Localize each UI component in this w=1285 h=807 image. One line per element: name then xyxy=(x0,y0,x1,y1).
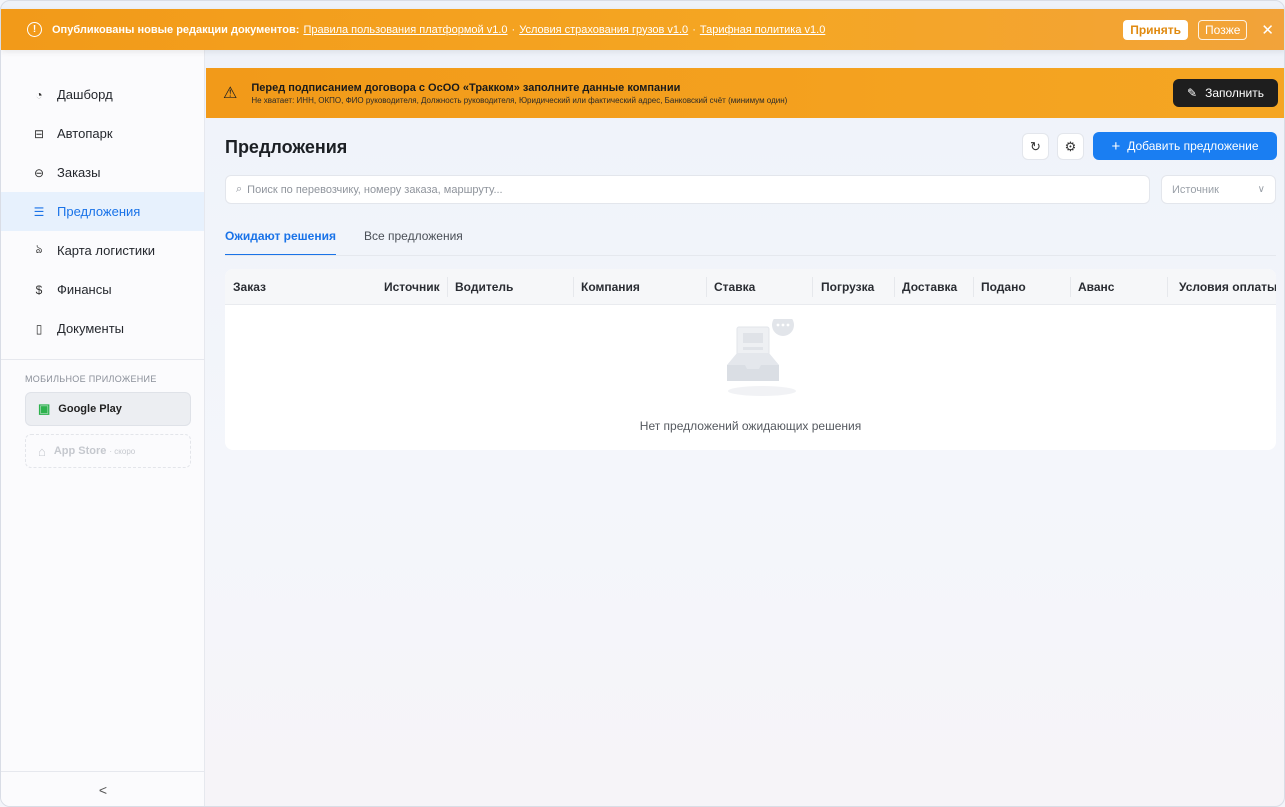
column-header[interactable]: Источник xyxy=(384,280,440,294)
close-icon[interactable]: ✕ xyxy=(1261,21,1274,39)
sidebar-item-documents[interactable]: ▯ Документы xyxy=(1,309,204,348)
gauge-icon: ◔ xyxy=(35,87,43,102)
sidebar-item-orders[interactable]: ⊖ Заказы xyxy=(1,153,204,192)
offers-table: Заказ Источник Водитель Компания Ставка … xyxy=(225,269,1276,450)
sidebar-item-label: Предложения xyxy=(57,204,141,219)
sidebar-item-logistics-map[interactable]: ঌ Карта логистики xyxy=(1,231,204,270)
column-header[interactable]: Условия оплаты xyxy=(1179,280,1276,294)
warning-title: Перед подписанием договора с ОсОО «Тракк… xyxy=(251,81,681,94)
truck-icon: ⊟ xyxy=(33,126,45,141)
fill-button[interactable]: ✎ Заполнить xyxy=(1173,79,1278,107)
sidebar-item-label: Дашборд xyxy=(57,87,113,102)
sidebar: ◔ Дашборд ⊟ Автопарк ⊖ Заказы ☰ Предложе… xyxy=(1,50,205,806)
list-icon: ☰ xyxy=(33,204,45,219)
sidebar-item-label: Заказы xyxy=(57,165,101,180)
column-header[interactable]: Подано xyxy=(981,280,1026,294)
google-play-button[interactable]: ▣ Google Play xyxy=(25,392,191,426)
page-title: Предложения xyxy=(225,137,348,157)
column-header[interactable]: Погрузка xyxy=(821,280,874,294)
file-icon: ▯ xyxy=(35,321,43,336)
table-header: Заказ Источник Водитель Компания Ставка … xyxy=(225,269,1276,305)
add-offer-button[interactable]: + Добавить предложение xyxy=(1093,132,1277,160)
coin-icon: $ xyxy=(35,282,43,297)
company-data-warning: ⚠ Перед подписанием договора с ОсОО «Тра… xyxy=(206,68,1284,118)
sidebar-item-label: Документы xyxy=(57,321,125,336)
later-button[interactable]: Позже xyxy=(1198,19,1248,40)
chevron-left-icon: < xyxy=(98,782,108,798)
sidebar-item-label: Карта логистики xyxy=(57,243,156,258)
warning-icon: ⚠ xyxy=(223,85,238,102)
collapse-sidebar-button[interactable]: < xyxy=(1,771,205,806)
plus-icon: + xyxy=(1111,137,1121,155)
sidebar-item-finance[interactable]: $ Финансы xyxy=(1,270,204,309)
gear-icon: ⚙ xyxy=(1064,138,1077,154)
search-placeholder: Поиск по перевозчику, номеру заказа, мар… xyxy=(247,183,503,196)
route-icon: ঌ xyxy=(35,241,43,256)
column-header[interactable]: Аванс xyxy=(1078,280,1114,294)
sidebar-item-fleet[interactable]: ⊟ Автопарк xyxy=(1,114,204,153)
warning-subtitle: Не хватает: ИНН, ОКПО, ФИО руководителя,… xyxy=(251,95,788,105)
column-header[interactable]: Ставка xyxy=(714,280,755,294)
column-header[interactable]: Водитель xyxy=(455,280,513,294)
mobile-app-label: МОБИЛЬНОЕ ПРИЛОЖЕНИЕ xyxy=(25,374,157,384)
android-icon: ▣ xyxy=(38,401,51,416)
tabs-divider xyxy=(225,255,1276,256)
refresh-icon: ↻ xyxy=(1030,138,1041,154)
column-header[interactable]: Доставка xyxy=(902,280,957,294)
tab-pending[interactable]: Ожидают решения xyxy=(225,226,336,256)
pencil-icon: ✎ xyxy=(1187,86,1198,100)
search-input[interactable]: ⌕ Поиск по перевозчику, номеру заказа, м… xyxy=(225,175,1150,204)
apple-icon: ⌂ xyxy=(38,443,46,459)
tabs: Ожидают решения Все предложения xyxy=(225,226,491,256)
source-select[interactable]: Источник ∨ xyxy=(1161,175,1276,204)
column-header[interactable]: Заказ xyxy=(233,280,266,294)
sidebar-item-dashboard[interactable]: ◔ Дашборд xyxy=(1,75,204,114)
chevron-down-icon: ∨ xyxy=(1257,184,1265,195)
app-window: ! Опубликованы новые редакции документов… xyxy=(0,0,1285,807)
column-header[interactable]: Компания xyxy=(581,280,640,294)
doc-link-tariff-policy[interactable]: Тарифная политика v1.0 xyxy=(700,24,825,36)
sidebar-item-label: Автопарк xyxy=(57,126,113,141)
settings-button[interactable]: ⚙ xyxy=(1057,133,1084,160)
sidebar-item-label: Финансы xyxy=(57,282,112,297)
sidebar-item-offers[interactable]: ☰ Предложения xyxy=(1,192,204,231)
documents-update-bar: ! Опубликованы новые редакции документов… xyxy=(1,9,1284,50)
search-icon: ⌕ xyxy=(236,183,243,195)
tab-all-offers[interactable]: Все предложения xyxy=(364,226,463,256)
doc-link-cargo-insurance[interactable]: Условия страхования грузов v1.0 xyxy=(519,24,688,36)
info-icon: ! xyxy=(27,22,42,37)
empty-state: Нет предложений ожидающих решения xyxy=(225,305,1276,450)
empty-inbox-icon xyxy=(727,319,796,396)
box-icon: ⊖ xyxy=(33,165,45,180)
app-store-button: ⌂ App Store · скоро xyxy=(25,434,191,468)
accept-button[interactable]: Принять xyxy=(1123,19,1189,40)
empty-state-text: Нет предложений ожидающих решения xyxy=(639,419,862,433)
refresh-button[interactable]: ↻ xyxy=(1022,133,1049,160)
doc-link-platform-rules[interactable]: Правила пользования платформой v1.0 xyxy=(303,24,507,36)
notification-title: Опубликованы новые редакции документов: xyxy=(52,23,300,36)
coming-soon-label: · скоро xyxy=(109,446,136,456)
